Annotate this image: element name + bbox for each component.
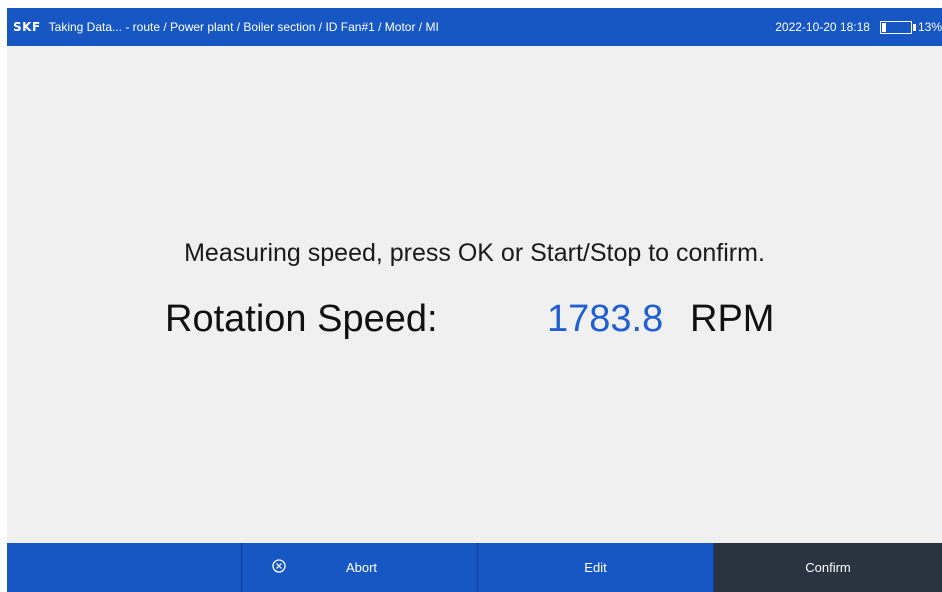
status-area: 2022-10-20 18:18 13%	[775, 8, 942, 46]
speed-label: Rotation Speed:	[165, 298, 438, 340]
abort-button[interactable]: Abort	[242, 543, 478, 592]
speed-readout: Rotation Speed: 1783.8 RPM	[7, 298, 942, 348]
battery-level-fill	[881, 22, 886, 32]
speed-value: 1783.8	[547, 298, 664, 340]
skf-logo: SKF	[13, 20, 41, 34]
circle-x-icon	[272, 559, 286, 573]
instruction-message: Measuring speed, press OK or Start/Stop …	[184, 239, 765, 267]
top-status-bar: SKF Taking Data... - route / Power plant…	[7, 8, 942, 46]
edit-label: Edit	[584, 560, 607, 575]
device-screen: SKF Taking Data... - route / Power plant…	[7, 8, 942, 592]
battery-nub	[912, 23, 916, 31]
abort-label: Abort	[345, 560, 378, 575]
datetime: 2022-10-20 18:18	[775, 20, 870, 34]
confirm-label: Confirm	[805, 560, 851, 575]
softkey-empty	[7, 543, 242, 592]
battery-percent: 13%	[917, 20, 942, 34]
route-title: Taking Data... - route / Power plant / B…	[48, 20, 439, 34]
battery-icon	[879, 20, 912, 34]
main-content: Measuring speed, press OK or Start/Stop …	[7, 46, 942, 543]
speed-unit: RPM	[690, 298, 775, 340]
confirm-button[interactable]: Confirm	[714, 543, 942, 592]
edit-button[interactable]: Edit	[478, 543, 714, 592]
softkey-bar: Abort Edit Confirm	[7, 543, 942, 592]
